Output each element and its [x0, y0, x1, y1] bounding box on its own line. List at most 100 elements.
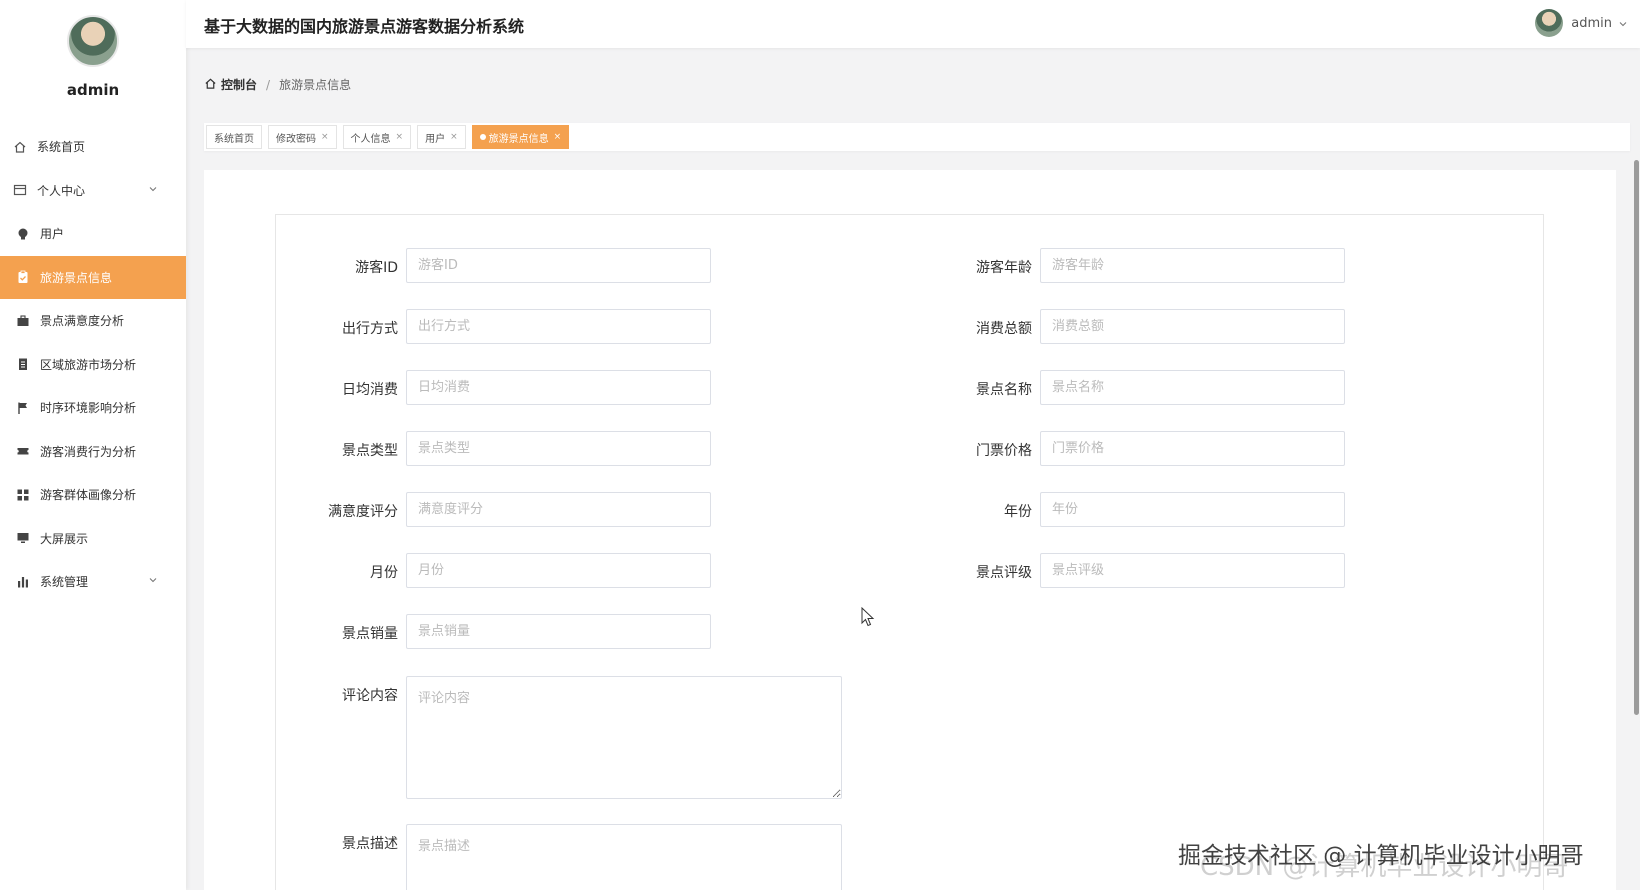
sidebar-item-label: 游客群体画像分析 [40, 488, 137, 503]
spot-level-input[interactable] [1040, 553, 1345, 588]
sidebar-item-users[interactable]: 用户 [0, 212, 186, 256]
briefcase-icon [15, 313, 31, 329]
breadcrumb: 控制台 / 旅游景点信息 [204, 76, 351, 93]
close-icon[interactable]: × [396, 132, 404, 142]
spot-type-input[interactable] [406, 431, 711, 466]
tab-home[interactable]: 系统首页 [206, 125, 262, 149]
tab-change-password[interactable]: 修改密码 × [268, 125, 337, 149]
spot-sales-input[interactable] [406, 614, 711, 649]
sidebar-item-satisfaction-analysis[interactable]: 景点满意度分析 [0, 299, 186, 343]
sidebar-item-tourist-spots[interactable]: 旅游景点信息 [0, 255, 186, 299]
monitor-icon [15, 530, 31, 546]
sidebar-item-label: 时序环境影响分析 [40, 401, 137, 416]
sidebar-item-label: 景点满意度分析 [40, 314, 125, 329]
flag-icon [15, 400, 31, 416]
description-label: 景点描述 [342, 836, 398, 852]
daily-spend-input[interactable] [406, 370, 711, 405]
ticket-price-label: 门票价格 [976, 443, 1032, 459]
year-input[interactable] [1040, 492, 1345, 527]
spot-sales-label: 景点销量 [342, 626, 398, 642]
visitor-id-input[interactable] [406, 248, 711, 283]
satisfaction-input[interactable] [406, 492, 711, 527]
page-scrollbar[interactable] [1634, 160, 1639, 715]
tab-label: 旅游景点信息 [488, 133, 549, 145]
total-spend-label: 消费总额 [976, 321, 1032, 337]
avatar[interactable] [67, 15, 119, 67]
sidebar-item-label: 游客消费行为分析 [40, 444, 137, 459]
ticket-icon [15, 443, 31, 459]
tags-view-bar: 系统首页 修改密码 × 个人信息 × 用户 × 旅游景点信息 × [204, 123, 1630, 151]
total-spend-input[interactable] [1040, 309, 1345, 344]
month-label: 月份 [370, 565, 398, 581]
comment-label: 评论内容 [342, 688, 398, 704]
tab-label: 修改密码 [276, 133, 316, 145]
ticket-price-input[interactable] [1040, 431, 1345, 466]
watermark-juejin: 掘金技术社区 @ 计算机毕业设计小明哥 [1178, 843, 1584, 869]
close-icon[interactable]: × [554, 132, 562, 142]
visitor-id-label: 游客ID [355, 260, 398, 276]
travel-mode-label: 出行方式 [342, 321, 398, 337]
grid-icon [15, 487, 31, 503]
satisfaction-label: 满意度评分 [328, 504, 398, 520]
chevron-down-icon [1618, 14, 1628, 33]
spot-type-label: 景点类型 [342, 443, 398, 459]
breadcrumb-home[interactable]: 控制台 [221, 76, 257, 93]
sidebar-item-label: 区域旅游市场分析 [40, 357, 137, 372]
bar-chart-icon [15, 574, 31, 590]
app-title: 基于大数据的国内旅游景点游客数据分析系统 [204, 17, 525, 36]
year-label: 年份 [1004, 504, 1032, 520]
sidebar-item-system-management[interactable]: 系统管理 [0, 560, 186, 604]
breadcrumb-separator: / [266, 77, 271, 92]
sidebar-item-label: 旅游景点信息 [40, 270, 113, 285]
active-dot-icon [479, 134, 486, 140]
month-input[interactable] [406, 553, 711, 588]
sidebar-item-label: 系统管理 [40, 575, 89, 590]
chevron-down-icon [148, 574, 158, 588]
close-icon[interactable]: × [321, 132, 329, 142]
chevron-down-icon [148, 183, 158, 197]
sidebar-item-home[interactable]: 系统首页 [0, 125, 186, 169]
sidebar-username: admin [66, 81, 120, 99]
sidebar-item-label: 个人中心 [37, 183, 86, 198]
tab-label: 系统首页 [214, 133, 254, 145]
sidebar-profile: admin [0, 0, 186, 99]
sidebar-item-label: 大屏展示 [40, 531, 89, 546]
tab-tourist-spots[interactable]: 旅游景点信息 × [471, 125, 570, 149]
sidebar: admin 系统首页 个人中心 用户 旅游景点信息 景点满意度分析 区域旅游市场… [0, 0, 186, 890]
breadcrumb-current: 旅游景点信息 [279, 78, 352, 92]
header-username: admin [1571, 15, 1612, 31]
home-icon [204, 77, 217, 93]
tab-personal-info[interactable]: 个人信息 × [342, 125, 412, 149]
tab-label: 用户 [425, 133, 446, 145]
bulb-icon [15, 226, 31, 242]
visitor-age-input[interactable] [1040, 248, 1345, 283]
sidebar-item-label: 用户 [40, 227, 65, 242]
description-textarea[interactable] [406, 824, 842, 890]
card-icon [12, 182, 28, 198]
list-icon [15, 356, 31, 372]
sidebar-item-consumption-behavior[interactable]: 游客消费行为分析 [0, 430, 186, 474]
sidebar-item-time-series[interactable]: 时序环境影响分析 [0, 386, 186, 430]
mouse-cursor-icon [861, 606, 875, 631]
daily-spend-label: 日均消费 [342, 382, 398, 398]
sidebar-item-group-profile[interactable]: 游客群体画像分析 [0, 473, 186, 517]
top-header: 基于大数据的国内旅游景点游客数据分析系统 admin [186, 0, 1640, 48]
travel-mode-input[interactable] [406, 309, 711, 344]
home-icon [12, 139, 28, 155]
spot-name-input[interactable] [1040, 370, 1345, 405]
sidebar-item-regional-market[interactable]: 区域旅游市场分析 [0, 343, 186, 387]
close-icon[interactable]: × [450, 132, 458, 142]
comment-textarea[interactable] [406, 676, 842, 799]
avatar[interactable] [1535, 9, 1564, 37]
sidebar-item-personal-center[interactable]: 个人中心 [0, 169, 186, 213]
tab-label: 个人信息 [350, 133, 391, 145]
sidebar-item-big-screen[interactable]: 大屏展示 [0, 517, 186, 561]
visitor-age-label: 游客年龄 [976, 260, 1032, 276]
spot-name-label: 景点名称 [976, 382, 1032, 398]
clipboard-icon [15, 269, 31, 285]
tab-users[interactable]: 用户 × [417, 125, 466, 149]
sidebar-item-label: 系统首页 [37, 140, 86, 155]
sidebar-menu: 系统首页 个人中心 用户 旅游景点信息 景点满意度分析 区域旅游市场分析 时序环… [0, 125, 186, 604]
user-menu[interactable]: admin [1535, 9, 1628, 37]
spot-level-label: 景点评级 [976, 565, 1032, 581]
